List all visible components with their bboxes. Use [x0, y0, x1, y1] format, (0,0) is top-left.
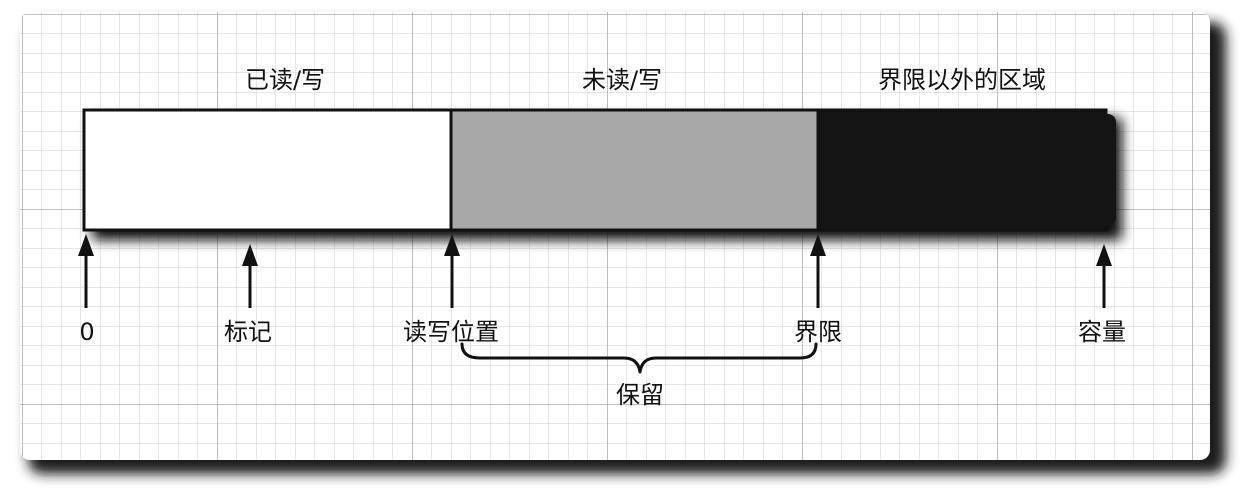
marker-label-zero: 0 [79, 318, 94, 346]
segment-unread-write [449, 108, 820, 232]
region-label-beyond-limit: 界限以外的区域 [878, 66, 1046, 94]
marker-label-position: 读写位置 [403, 318, 499, 346]
marker-label-capacity: 容量 [1078, 318, 1126, 346]
segment-beyond-limit-tail [1098, 114, 1116, 226]
region-label-unread-write: 未读/写 [582, 66, 662, 94]
segment-read-write [82, 108, 453, 232]
region-label-read-write: 已读/写 [245, 66, 325, 94]
buffer-diagram: 已读/写 未读/写 界限以外的区域 0 标记 读写位置 界限 容量 保留 [20, 12, 1226, 474]
marker-label-limit: 界限 [794, 318, 842, 346]
brace-label-reserved: 保留 [616, 381, 664, 409]
segment-beyond-limit [816, 108, 1108, 232]
marker-label-mark: 标记 [224, 318, 272, 346]
